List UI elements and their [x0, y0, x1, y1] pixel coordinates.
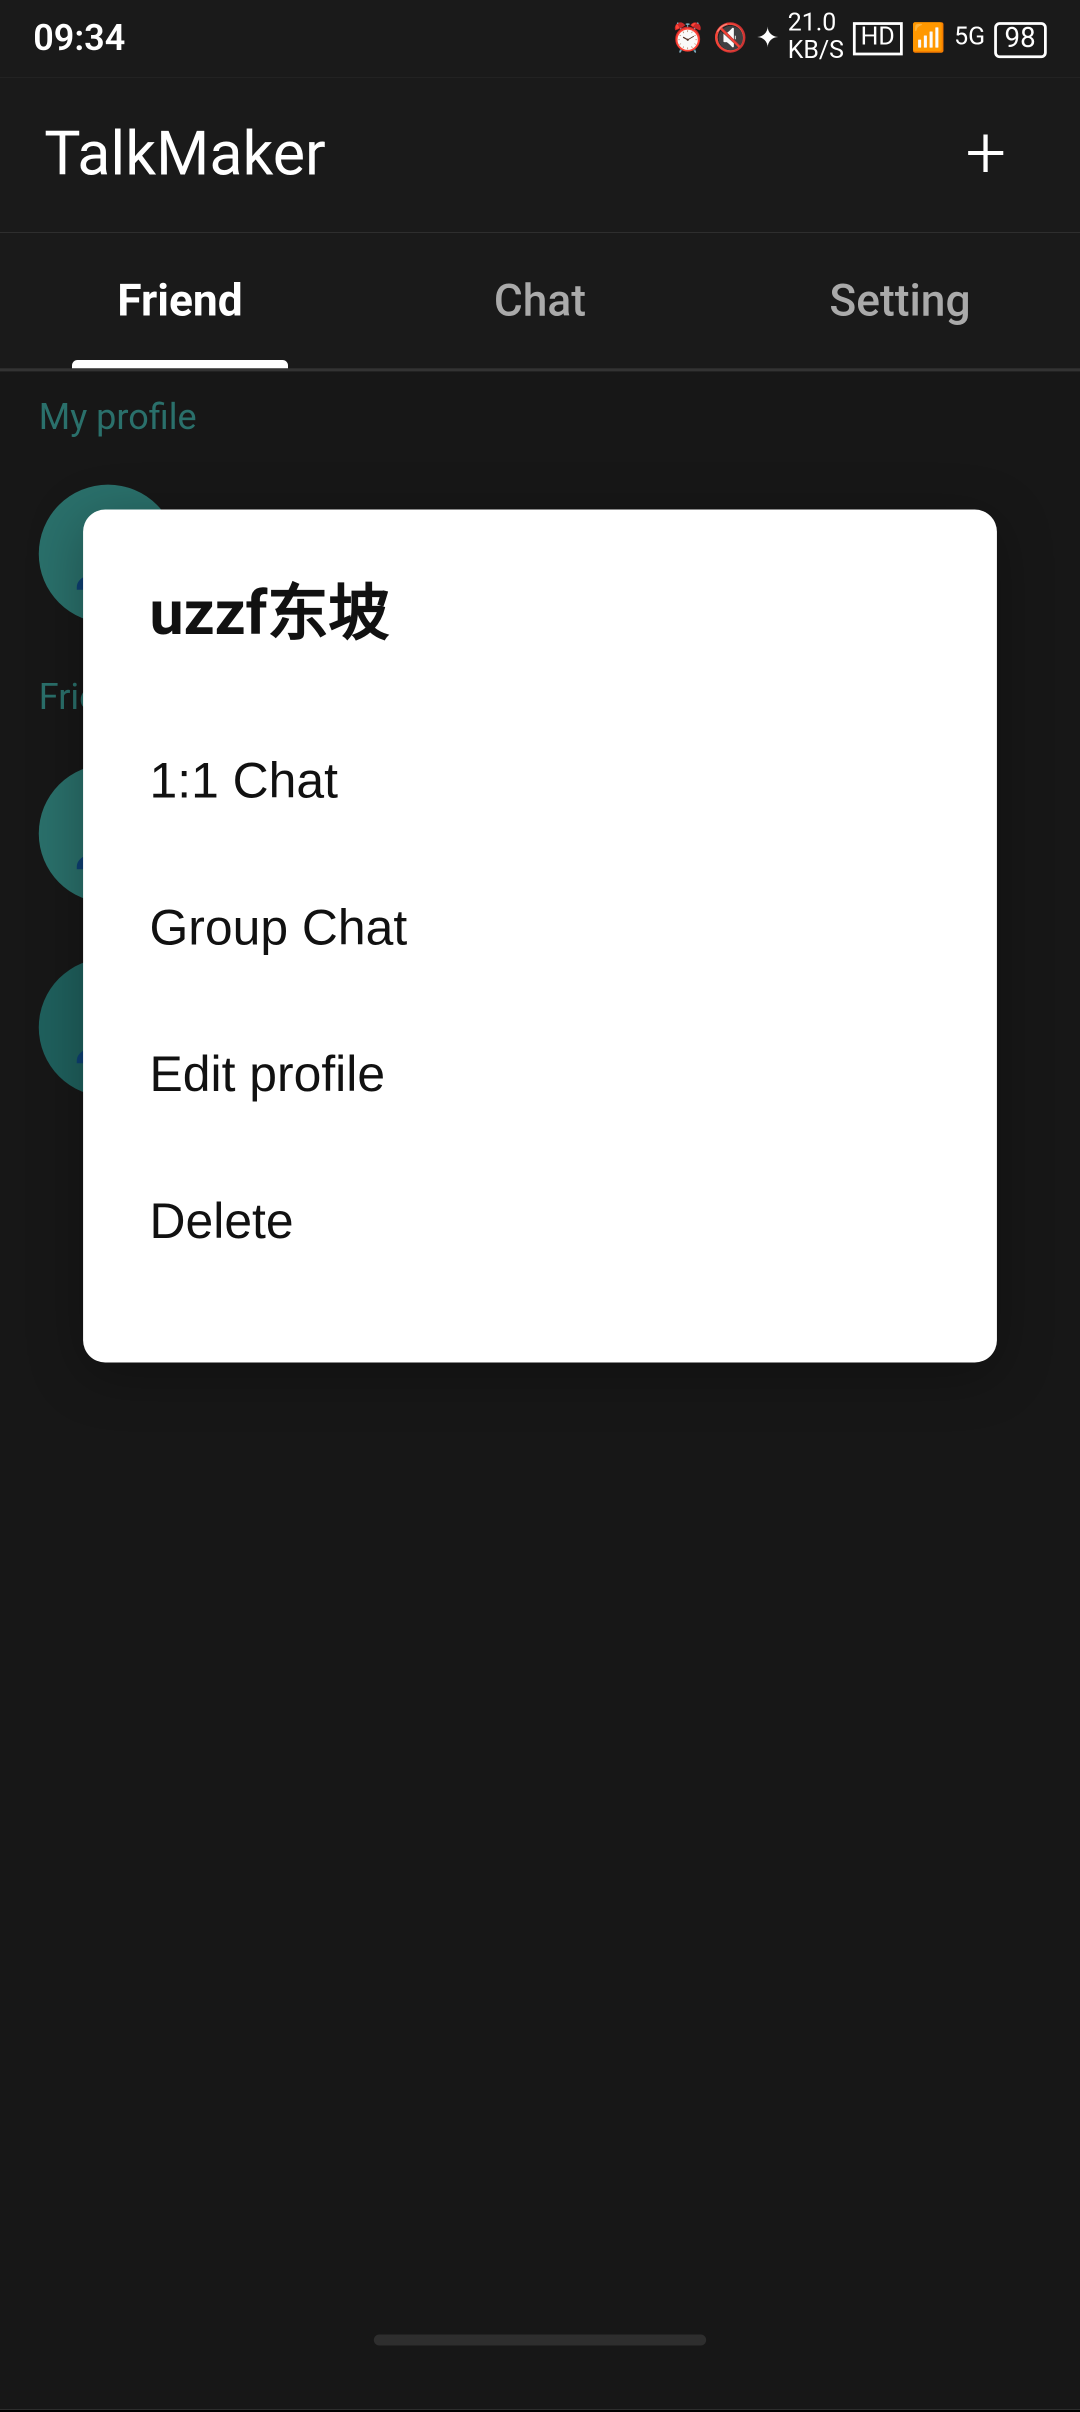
menu-item-group-chat[interactable]: Group Chat — [150, 856, 931, 1003]
menu-item-delete[interactable]: Delete — [150, 1149, 931, 1296]
tab-chat[interactable]: Chat — [360, 233, 720, 369]
speed-label: 21.0KB/S — [788, 11, 844, 66]
add-button[interactable]: + — [936, 105, 1036, 205]
add-icon: + — [965, 114, 1006, 197]
tab-setting[interactable]: Setting — [720, 233, 1080, 369]
bluetooth-icon: ✦ — [756, 24, 779, 54]
main-content: My profile 👤 Set as 'ME' in friends. (Ed… — [0, 371, 1080, 2409]
tab-setting-label: Setting — [829, 274, 970, 327]
status-icons: ⏰ 🔇 ✦ 21.0KB/S HD 📶 5G 98 — [671, 11, 1047, 66]
tab-chat-label: Chat — [494, 274, 586, 327]
menu-item-edit-profile[interactable]: Edit profile — [150, 1002, 931, 1149]
menu-user-name: uzzf东坡 — [150, 565, 931, 654]
alarm-icon: ⏰ — [671, 24, 705, 54]
tab-bar: Friend Chat Setting — [0, 233, 1080, 371]
signal-icon: 5G — [954, 25, 985, 53]
tab-friend-label: Friend — [117, 274, 242, 327]
battery-icon: 98 — [993, 21, 1046, 57]
app-title: TalkMaker — [44, 120, 325, 189]
status-bar: 09:34 ⏰ 🔇 ✦ 21.0KB/S HD 📶 5G 98 — [0, 0, 1080, 78]
hd-icon: HD — [852, 22, 903, 55]
menu-item-one-on-one-chat[interactable]: 1:1 Chat — [150, 709, 931, 856]
mute-icon: 🔇 — [713, 24, 747, 54]
tab-friend[interactable]: Friend — [0, 233, 360, 369]
status-time: 09:34 — [33, 18, 125, 60]
app-header: TalkMaker + — [0, 78, 1080, 233]
context-menu: uzzf东坡 1:1 Chat Group Chat Edit profile … — [83, 510, 997, 1363]
wifi-icon: 📶 — [911, 24, 945, 54]
